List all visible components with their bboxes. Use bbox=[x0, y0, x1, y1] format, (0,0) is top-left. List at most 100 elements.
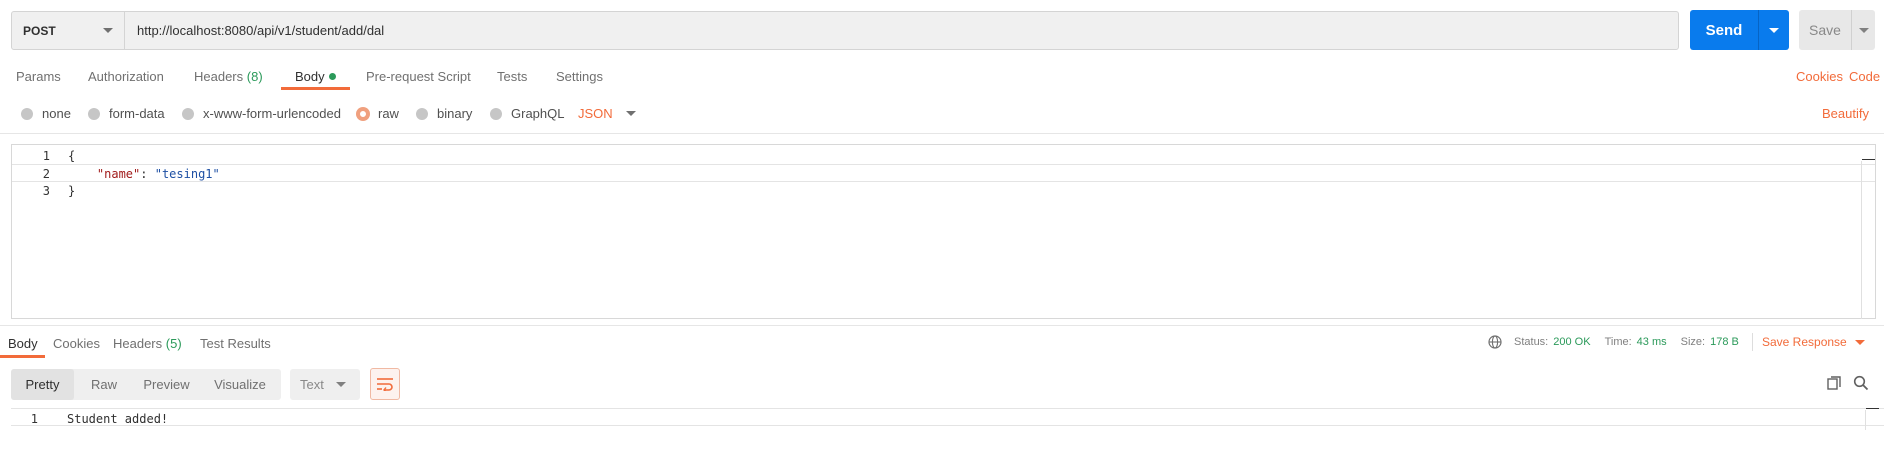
response-text: Student added! bbox=[67, 412, 169, 426]
wrap-lines-button[interactable] bbox=[370, 368, 400, 400]
radio-graphql[interactable]: GraphQL bbox=[490, 106, 564, 121]
search-icon[interactable] bbox=[1853, 375, 1869, 391]
time-indicator[interactable]: Time: 43 ms bbox=[1605, 336, 1667, 348]
view-mode-group: Pretty Raw Preview Visualize bbox=[11, 369, 281, 400]
divider bbox=[0, 133, 1884, 134]
line-number: 1 bbox=[42, 149, 50, 163]
radio-circle bbox=[490, 107, 502, 120]
save-response-label: Save Response bbox=[1762, 335, 1847, 349]
chevron-down-icon bbox=[1854, 339, 1865, 345]
chevron-down-icon bbox=[103, 28, 113, 33]
radio-raw-label: raw bbox=[378, 106, 399, 121]
code-line: 1 { bbox=[12, 147, 1875, 165]
format-label: Text bbox=[300, 377, 324, 392]
radio-circle bbox=[21, 107, 33, 120]
radio-form-data-label: form-data bbox=[109, 106, 165, 121]
editor-scrollbar[interactable] bbox=[1861, 159, 1875, 319]
divider bbox=[0, 325, 1884, 326]
status-indicator[interactable]: Status: 200 OK bbox=[1514, 336, 1591, 348]
radio-circle-selected bbox=[357, 107, 369, 120]
modified-dot-icon bbox=[328, 73, 336, 81]
tab-params[interactable]: Params bbox=[16, 69, 61, 84]
tab-settings[interactable]: Settings bbox=[556, 69, 603, 84]
response-tab-cookies[interactable]: Cookies bbox=[53, 336, 100, 351]
active-tab-indicator bbox=[281, 87, 350, 90]
response-status: Status: 200 OK Time: 43 ms Size: 178 B bbox=[1488, 335, 1753, 349]
language-select[interactable]: JSON bbox=[578, 106, 636, 121]
time-value: 43 ms bbox=[1636, 336, 1667, 348]
time-label: Time: bbox=[1604, 336, 1632, 348]
radio-binary-label: binary bbox=[437, 106, 473, 121]
radio-graphql-label: GraphQL bbox=[511, 106, 565, 121]
save-response-button[interactable]: Save Response bbox=[1752, 333, 1865, 351]
tab-tests[interactable]: Tests bbox=[497, 69, 527, 84]
view-mode-visualize[interactable]: Visualize bbox=[199, 369, 281, 400]
send-label: Send bbox=[1705, 21, 1743, 39]
active-tab-indicator bbox=[0, 355, 45, 358]
method-label: POST bbox=[23, 23, 56, 38]
code-text: { bbox=[68, 149, 76, 163]
code-text: } bbox=[68, 184, 76, 198]
code-link[interactable]: Code bbox=[1849, 69, 1880, 84]
code-text: "name": "tesing1" bbox=[68, 165, 220, 183]
size-indicator[interactable]: Size: 178 B bbox=[1681, 336, 1739, 348]
response-tab-headers-label: Headers bbox=[113, 336, 163, 351]
status-label: Status: bbox=[1514, 336, 1549, 348]
method-select[interactable]: POST bbox=[12, 12, 125, 49]
divider bbox=[1752, 333, 1753, 351]
response-body-viewer[interactable] bbox=[11, 408, 1884, 426]
body-type-row: none form-data x-www-form-urlencoded raw… bbox=[0, 103, 1884, 125]
chevron-down-icon bbox=[335, 382, 346, 387]
request-tabs: Params Authorization Headers (8) Body Pr… bbox=[0, 63, 1884, 93]
tab-body[interactable]: Body bbox=[295, 69, 336, 84]
tab-authorization[interactable]: Authorization bbox=[88, 69, 164, 84]
line-number: 3 bbox=[42, 184, 50, 198]
size-value: 178 B bbox=[1710, 336, 1739, 348]
tab-pre-request-script[interactable]: Pre-request Script bbox=[366, 69, 471, 84]
request-bar: POST http://localhost:8080/api/v1/studen… bbox=[11, 11, 1679, 50]
url-input[interactable]: http://localhost:8080/api/v1/student/add… bbox=[125, 23, 384, 38]
tab-headers-count: (8) bbox=[246, 69, 263, 84]
json-key: "name" bbox=[96, 167, 141, 181]
format-select[interactable]: Text bbox=[290, 369, 360, 400]
code-line: 3 } bbox=[12, 182, 1875, 200]
request-body-editor[interactable]: 1 { 2 "name": "tesing1" 3 } bbox=[11, 144, 1876, 319]
radio-raw[interactable]: raw bbox=[357, 106, 399, 121]
save-options-button[interactable] bbox=[1851, 10, 1875, 50]
size-label: Size: bbox=[1680, 336, 1706, 348]
copy-icon[interactable] bbox=[1826, 375, 1842, 391]
radio-circle bbox=[182, 107, 194, 120]
line-number: 1 bbox=[30, 412, 38, 426]
json-value: "tesing1" bbox=[154, 167, 220, 181]
chevron-down-icon bbox=[1858, 27, 1869, 33]
send-options-button[interactable] bbox=[1758, 10, 1789, 50]
view-mode-raw[interactable]: Raw bbox=[74, 369, 134, 400]
response-tab-headers-count: (5) bbox=[165, 336, 182, 351]
response-tab-test-results[interactable]: Test Results bbox=[200, 336, 271, 351]
cookies-link[interactable]: Cookies bbox=[1796, 69, 1843, 84]
json-separator: : bbox=[140, 167, 155, 181]
radio-circle bbox=[416, 107, 428, 120]
tab-headers[interactable]: Headers (8) bbox=[194, 69, 263, 84]
line-number: 2 bbox=[42, 167, 50, 181]
response-scrollbar[interactable] bbox=[1865, 408, 1879, 430]
save-label: Save bbox=[1809, 22, 1841, 38]
response-tab-headers[interactable]: Headers (5) bbox=[113, 336, 182, 351]
view-mode-preview[interactable]: Preview bbox=[134, 369, 199, 400]
send-button[interactable]: Send bbox=[1690, 10, 1789, 50]
radio-binary[interactable]: binary bbox=[416, 106, 472, 121]
save-button[interactable]: Save bbox=[1799, 10, 1875, 50]
radio-circle bbox=[88, 107, 100, 120]
language-label: JSON bbox=[578, 106, 613, 121]
globe-icon[interactable] bbox=[1488, 335, 1502, 349]
code-line-current: 2 "name": "tesing1" bbox=[12, 164, 1875, 182]
beautify-link[interactable]: Beautify bbox=[1822, 106, 1869, 121]
radio-form-data[interactable]: form-data bbox=[88, 106, 165, 121]
radio-none[interactable]: none bbox=[21, 106, 71, 121]
view-mode-pretty[interactable]: Pretty bbox=[11, 369, 74, 400]
chevron-down-icon bbox=[1769, 27, 1779, 33]
tab-body-label: Body bbox=[295, 69, 325, 84]
response-tab-body[interactable]: Body bbox=[8, 336, 38, 351]
wrap-lines-icon bbox=[377, 378, 393, 391]
radio-urlencoded[interactable]: x-www-form-urlencoded bbox=[182, 106, 341, 121]
